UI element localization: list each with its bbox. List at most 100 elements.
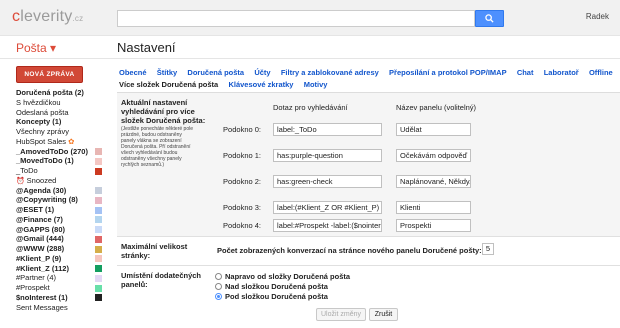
sidebar-item[interactable]: _ToDo	[16, 166, 38, 176]
tab-themes[interactable]: Motivy	[304, 80, 328, 89]
label-color-swatch[interactable]	[95, 157, 102, 165]
logo-text: cleverity	[12, 8, 73, 25]
search-button[interactable]	[475, 10, 504, 27]
radio-below[interactable]	[215, 293, 222, 300]
radio-right[interactable]	[215, 273, 222, 280]
tab-chat[interactable]: Chat	[517, 68, 534, 77]
label-color-swatch[interactable]	[95, 294, 102, 302]
sidebar-item-label: _MovedToDo (1)	[16, 156, 74, 166]
radio-above-label[interactable]: Nad složkou Doručená pošta	[225, 282, 328, 291]
sidebar-item[interactable]: @ESET (1)	[16, 205, 54, 215]
sidebar-item-label: @Finance (7)	[16, 214, 63, 224]
search-icon	[485, 14, 494, 23]
pane-query-input[interactable]: label:_ToDo	[273, 123, 382, 136]
label-color-swatch[interactable]	[95, 167, 102, 175]
pane-query-input[interactable]: has:green-check	[273, 175, 382, 188]
label-color-swatch[interactable]	[95, 274, 102, 282]
sidebar-item-label: @Gmail (444)	[16, 234, 64, 244]
multi-inbox-note: (Jestliže ponecháte některé pole prázdné…	[121, 126, 193, 168]
divider	[0, 58, 620, 59]
sidebar-item[interactable]: @GAPPS (80)	[16, 225, 65, 235]
label-color-swatch[interactable]	[95, 284, 102, 292]
max-size-input[interactable]: 5	[482, 243, 494, 255]
logo-tld: .cz	[72, 14, 84, 23]
sidebar-item-label: Koncepty (1)	[16, 117, 62, 127]
pane-label: Podokno 1:	[223, 151, 261, 160]
sidebar-item-label: @WWW (288)	[16, 244, 65, 253]
save-button[interactable]: Uložit změny	[316, 308, 366, 321]
label-color-swatch[interactable]	[95, 196, 102, 204]
sidebar-item[interactable]: _AmovedToDo (270)	[16, 147, 88, 157]
sidebar-item[interactable]: Všechny zprávy	[16, 127, 69, 137]
sidebar-item[interactable]: _MovedToDo (1)	[16, 156, 74, 166]
sidebar-item[interactable]: @Agenda (30)	[16, 186, 66, 196]
tab-inbox[interactable]: Doručená pošta	[187, 68, 244, 77]
tab-labs[interactable]: Laboratoř	[544, 68, 579, 77]
user-name[interactable]: Radek	[586, 12, 609, 21]
tab-multiple-inboxes[interactable]: Více složek Doručená pošta	[119, 80, 218, 89]
tab-general[interactable]: Obecné	[119, 68, 147, 77]
pane-query-input[interactable]: label:(#Klient_Z OR #Klient_P) -l	[273, 201, 382, 214]
pane-query-input[interactable]: has:purple-question	[273, 149, 382, 162]
cancel-button[interactable]: Zrušit	[369, 308, 398, 321]
label-color-swatch[interactable]	[95, 226, 102, 233]
tab-forwarding[interactable]: Přeposílání a protokol POP/IMAP	[389, 68, 507, 77]
sidebar-item[interactable]: Doručená pošta (2)	[16, 88, 84, 98]
sidebar-item[interactable]: HubSpot Sales ✿	[16, 137, 74, 147]
label-color-swatch[interactable]	[95, 255, 102, 263]
search-input[interactable]	[117, 10, 475, 27]
column-header-query: Dotaz pro vyhledávání	[273, 103, 348, 112]
sidebar-item-label: #Partner (4)	[16, 273, 57, 283]
hubspot-icon: ✿	[66, 136, 75, 146]
sidebar-item[interactable]: @Copywriting (8)	[16, 195, 78, 205]
sidebar-item[interactable]: @WWW (288)	[16, 244, 64, 254]
sidebar-item[interactable]: Sent Messages	[16, 303, 68, 313]
sidebar-item[interactable]: #Partner (4)	[16, 273, 56, 283]
max-size-section: Maximální velikost stránky: Počet zobraz…	[117, 238, 620, 266]
compose-button[interactable]: NOVÁ ZPRÁVA	[16, 66, 83, 83]
logo[interactable]: cleverity.cz	[12, 8, 83, 26]
pane-query-input[interactable]: label:#Prospekt -label:($nointerest	[273, 219, 382, 232]
sidebar-item-label: Doručená pošta (2)	[16, 88, 84, 97]
sidebar-item[interactable]: Odeslaná pošta	[16, 108, 69, 118]
label-color-swatch[interactable]	[95, 265, 102, 272]
tab-accounts[interactable]: Účty	[254, 68, 270, 77]
sidebar-item[interactable]: Koncepty (1)	[16, 117, 61, 127]
pane-label: Podokno 2:	[223, 177, 261, 186]
label-color-swatch[interactable]	[95, 206, 102, 214]
sidebar-item[interactable]: #Klient_Z (112)	[16, 264, 69, 274]
column-header-name: Název panelu (volitelný)	[396, 103, 477, 112]
label-color-swatch[interactable]	[95, 235, 102, 243]
sidebar-item[interactable]: $noInterest (1)	[16, 293, 68, 303]
pane-name-input[interactable]: Očekávám odpověď	[396, 149, 471, 162]
sidebar-item[interactable]: S hvězdičkou	[16, 98, 61, 108]
radio-above[interactable]	[215, 283, 222, 290]
tab-offline[interactable]: Offline	[589, 68, 613, 77]
radio-right-label[interactable]: Napravo od složky Doručená pošta	[225, 272, 350, 281]
label-color-swatch[interactable]	[95, 148, 102, 155]
pane-name-input[interactable]: Klienti	[396, 201, 471, 214]
label-color-swatch[interactable]	[95, 245, 102, 253]
tab-filters[interactable]: Filtry a zablokované adresy	[281, 68, 379, 77]
top-bar: cleverity.cz Radek	[0, 0, 620, 36]
sidebar-item[interactable]: ⏰ Snoozed	[16, 176, 56, 186]
sidebar-item[interactable]: @Finance (7)	[16, 215, 63, 225]
tab-shortcuts[interactable]: Klávesové zkratky	[228, 80, 293, 89]
app-switcher[interactable]: Pošta ▾	[16, 41, 56, 55]
pane-name-input[interactable]: Naplánované, Někdy/Možná	[396, 175, 471, 188]
pane-label: Podokno 4:	[223, 221, 261, 230]
sidebar-item-label: Snoozed	[26, 175, 57, 185]
sidebar-item[interactable]: @Gmail (444)	[16, 234, 64, 244]
radio-below-label[interactable]: Pod složkou Doručená pošta	[225, 292, 328, 301]
multi-inbox-title: Aktuální nastavení vyhledávání pro více …	[121, 98, 206, 125]
settings-tabs-row2: Více složek Doručená pošta Klávesové zkr…	[119, 80, 335, 89]
sidebar-item-label: #Klient_P (9)	[16, 253, 62, 263]
sidebar-item[interactable]: #Klient_P (9)	[16, 254, 61, 264]
pane-name-input[interactable]: Udělat	[396, 123, 471, 136]
tab-labels[interactable]: Štítky	[157, 68, 177, 77]
label-color-swatch[interactable]	[95, 187, 102, 194]
label-color-swatch[interactable]	[95, 216, 102, 224]
pane-name-input[interactable]: Prospekti	[396, 219, 471, 232]
sidebar-item[interactable]: #Prospekt	[16, 283, 50, 293]
pane-label: Podokno 3:	[223, 203, 261, 212]
